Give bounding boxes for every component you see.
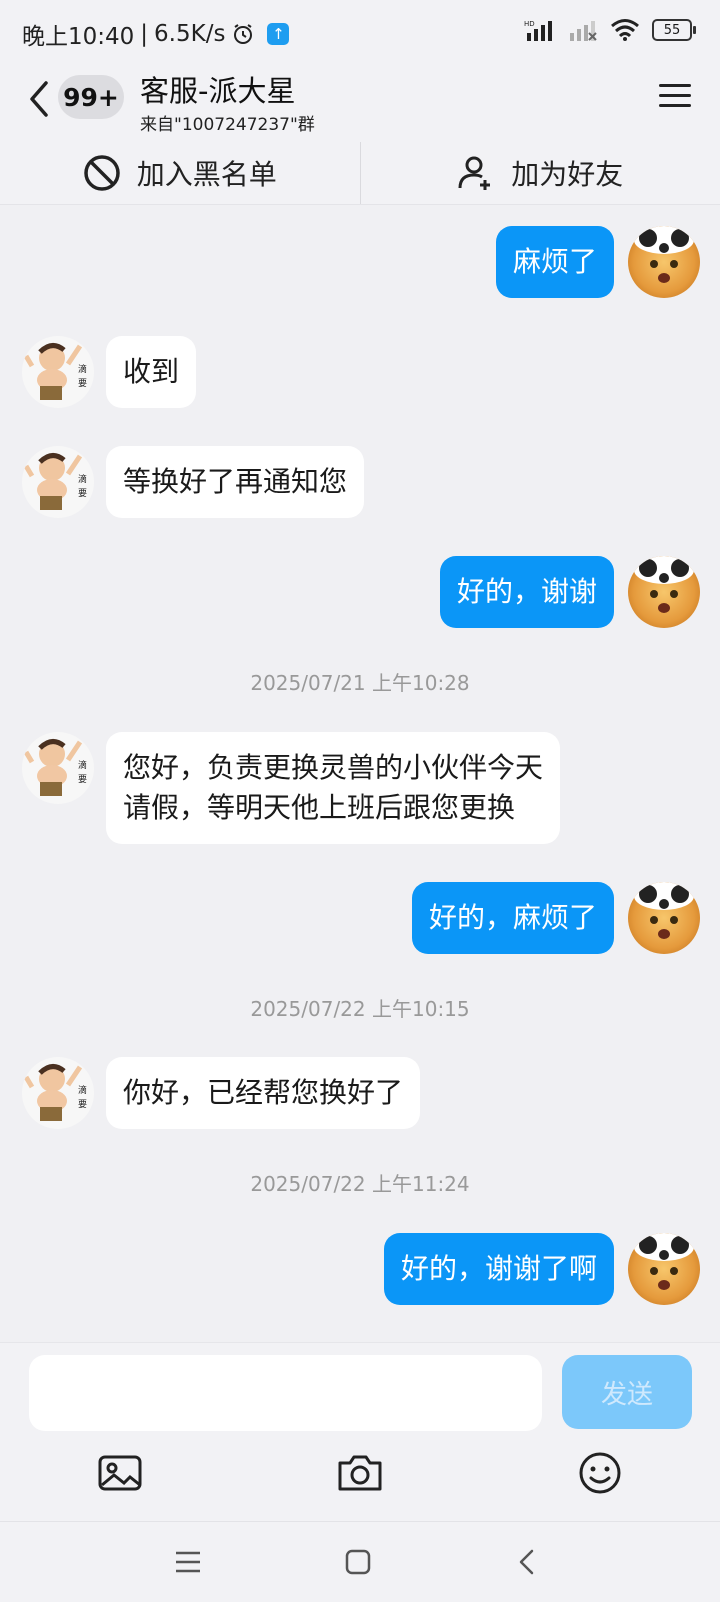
status-speed: 6.5K/s xyxy=(154,21,225,47)
status-separator: | xyxy=(140,21,148,47)
system-nav-bar xyxy=(0,1521,720,1602)
message-row: 滴 要 收到 xyxy=(22,336,196,408)
home-icon[interactable] xyxy=(342,1546,374,1578)
message-line: 请假，等明天他上班后跟您更换 xyxy=(123,788,543,828)
unread-badge[interactable]: 99+ xyxy=(58,75,124,119)
status-left: 晚上10:40 | 6.5K/s ↑ xyxy=(22,17,289,51)
back-icon[interactable] xyxy=(24,79,54,119)
image-icon[interactable] xyxy=(96,1449,144,1497)
message-bubble[interactable]: 您好，负责更换灵兽的小伙伴今天 请假，等明天他上班后跟您更换 xyxy=(106,732,560,844)
message-row: 滴 要 您好，负责更换灵兽的小伙伴今天 请假，等明天他上班后跟您更换 xyxy=(22,732,560,844)
nav-back-icon[interactable] xyxy=(512,1546,544,1578)
menu-icon[interactable] xyxy=(658,80,692,112)
timestamp: 2025/07/21 上午10:28 xyxy=(0,667,720,696)
block-button[interactable]: 加入黑名单 xyxy=(0,142,360,204)
message-row: 好的，麻烦了 xyxy=(412,882,700,954)
contact-avatar[interactable]: 滴 要 xyxy=(22,446,94,518)
alarm-icon xyxy=(231,22,255,46)
status-bar: 晚上10:40 | 6.5K/s ↑ HD xyxy=(0,0,720,64)
signal-icon: HD xyxy=(524,19,556,41)
upload-icon: ↑ xyxy=(267,23,289,45)
svg-text:要: 要 xyxy=(78,488,87,499)
timestamp: 2025/07/22 上午11:24 xyxy=(0,1168,720,1197)
svg-text:滴: 滴 xyxy=(78,1084,87,1096)
battery-icon: 55 xyxy=(652,19,692,41)
self-avatar[interactable] xyxy=(628,556,700,628)
block-icon xyxy=(83,154,121,192)
camera-icon[interactable] xyxy=(336,1449,384,1497)
svg-text:要: 要 xyxy=(78,774,87,785)
input-area: 发送 xyxy=(0,1342,720,1523)
action-bar: 加入黑名单 加为好友 xyxy=(0,142,720,205)
svg-text:滴: 滴 xyxy=(78,759,87,771)
svg-text:滴: 滴 xyxy=(78,473,87,485)
chat-header: 99+ 客服-派大星 来自"1007247237"群 xyxy=(0,64,720,142)
message-bubble[interactable]: 好的，谢谢 xyxy=(440,556,614,628)
message-bubble[interactable]: 你好，已经帮您换好了 xyxy=(106,1057,420,1129)
status-right: HD 55 xyxy=(524,18,692,42)
svg-text:HD: HD xyxy=(524,20,535,28)
add-friend-label: 加为好友 xyxy=(511,153,623,193)
chat-subtitle: 来自"1007247237"群 xyxy=(140,110,315,135)
message-row: 好的，谢谢了啊 xyxy=(384,1233,700,1305)
svg-text:要: 要 xyxy=(78,378,87,389)
svg-text:滴: 滴 xyxy=(78,363,87,375)
battery-level: 55 xyxy=(664,23,681,38)
contact-avatar[interactable]: 滴 要 xyxy=(22,732,94,804)
contact-avatar[interactable]: 滴 要 xyxy=(22,336,94,408)
block-label: 加入黑名单 xyxy=(137,153,277,193)
signal-2-icon xyxy=(568,19,598,41)
self-avatar[interactable] xyxy=(628,1233,700,1305)
message-bubble[interactable]: 好的，麻烦了 xyxy=(412,882,614,954)
message-row: 麻烦了 xyxy=(496,226,700,298)
self-avatar[interactable] xyxy=(628,882,700,954)
send-button[interactable]: 发送 xyxy=(562,1355,692,1429)
svg-text:要: 要 xyxy=(78,1099,87,1110)
contact-avatar[interactable]: 滴 要 xyxy=(22,1057,94,1129)
add-friend-icon xyxy=(457,154,495,192)
message-bubble[interactable]: 等换好了再通知您 xyxy=(106,446,364,518)
recent-apps-icon[interactable] xyxy=(172,1546,204,1578)
chat-title: 客服-派大星 xyxy=(140,68,295,110)
add-friend-button[interactable]: 加为好友 xyxy=(361,142,720,204)
status-time: 晚上10:40 xyxy=(22,17,134,51)
self-avatar[interactable] xyxy=(628,226,700,298)
message-input[interactable] xyxy=(29,1355,542,1431)
emoji-icon[interactable] xyxy=(576,1449,624,1497)
message-row: 滴 要 你好，已经帮您换好了 xyxy=(22,1057,420,1129)
timestamp: 2025/07/22 上午10:15 xyxy=(0,993,720,1022)
message-row: 滴 要 等换好了再通知您 xyxy=(22,446,364,518)
message-bubble[interactable]: 收到 xyxy=(106,336,196,408)
message-bubble[interactable]: 麻烦了 xyxy=(496,226,614,298)
wifi-icon xyxy=(610,18,640,42)
message-line: 您好，负责更换灵兽的小伙伴今天 xyxy=(123,748,543,788)
message-row: 好的，谢谢 xyxy=(440,556,700,628)
message-bubble[interactable]: 好的，谢谢了啊 xyxy=(384,1233,614,1305)
